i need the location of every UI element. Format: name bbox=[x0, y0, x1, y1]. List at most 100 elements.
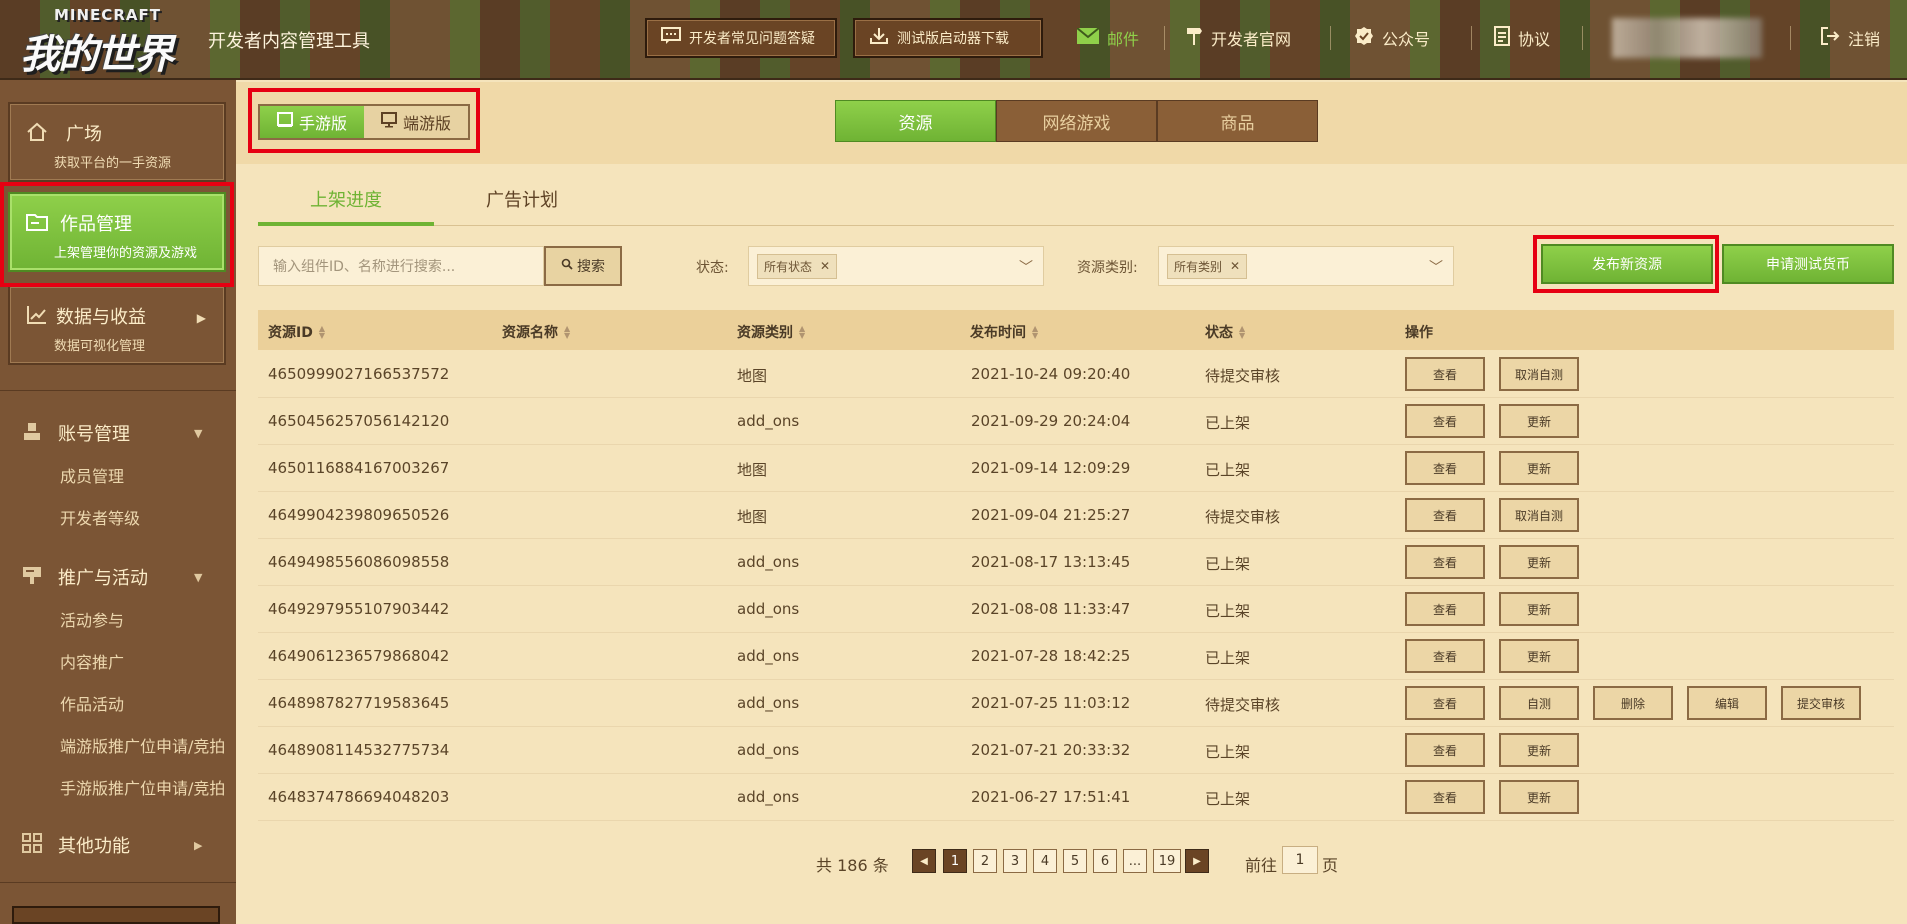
tab-listing-progress[interactable]: 上架进度 bbox=[310, 186, 382, 212]
delete-button[interactable]: 删除 bbox=[1593, 686, 1673, 720]
tab-online-games[interactable]: 网络游戏 bbox=[996, 100, 1157, 142]
view-button[interactable]: 查看 bbox=[1405, 357, 1485, 391]
search-input[interactable]: 输入组件ID、名称进行搜索... bbox=[258, 246, 544, 286]
view-button[interactable]: 查看 bbox=[1405, 451, 1485, 485]
main-tabs: 资源 网络游戏 商品 bbox=[835, 100, 1318, 142]
logout-link[interactable]: 注销 bbox=[1820, 26, 1880, 50]
table-row: 4649904239809650526 地图 2021-09-04 21:25:27… bbox=[258, 492, 1894, 539]
user-avatar[interactable] bbox=[1612, 18, 1762, 58]
update-button[interactable]: 更新 bbox=[1499, 404, 1579, 438]
submit-review-button[interactable]: 提交审核 bbox=[1781, 686, 1861, 720]
launcher-label: 测试版启动器下载 bbox=[897, 31, 1009, 47]
view-button[interactable]: 查看 bbox=[1405, 639, 1485, 673]
cancel-self-test-button[interactable]: 取消自测 bbox=[1499, 357, 1579, 391]
account-icon bbox=[22, 421, 42, 446]
chevron-down-icon: ▼ bbox=[194, 426, 203, 440]
developer-site-link[interactable]: 开发者官网 bbox=[1185, 26, 1291, 50]
sidebar-group-account[interactable]: 账号管理 ▼ bbox=[22, 420, 202, 446]
page-button[interactable]: 5 bbox=[1063, 849, 1087, 873]
column-header-name[interactable]: 资源名称 ▲ ▼ bbox=[502, 322, 570, 342]
sidebar-item-subtitle: 数据可视化管理 bbox=[54, 339, 146, 354]
sidebar-item-mobile-promo-bid[interactable]: 手游版推广位申请/竞拍 bbox=[60, 775, 225, 799]
wechat-link[interactable]: 公众号 bbox=[1354, 26, 1430, 50]
sidebar-group-label: 其他功能 bbox=[58, 836, 130, 857]
minecraft-logo[interactable]: MINECRAFT 我的世界 bbox=[20, 6, 192, 78]
search-button[interactable]: 搜索 bbox=[544, 246, 622, 286]
self-test-button[interactable]: 自测 bbox=[1499, 686, 1579, 720]
launcher-download-button[interactable]: 测试版启动器下载 bbox=[853, 18, 1043, 58]
status-filter-select[interactable]: 所有状态 ✕ ﹀ bbox=[748, 246, 1044, 286]
table-row: 4649297955107903442 add_ons 2021-08-08 11:… bbox=[258, 586, 1894, 633]
top-header: MINECRAFT 我的世界 开发者内容管理工具 开发者常见问题答疑 测试版启动… bbox=[0, 0, 1907, 80]
type-filter-select[interactable]: 所有类别 ✕ ﹀ bbox=[1158, 246, 1454, 286]
prev-page-button[interactable]: ◀ bbox=[912, 849, 936, 873]
sidebar-group-promotion[interactable]: 推广与活动 ▼ bbox=[22, 564, 202, 590]
view-button[interactable]: 查看 bbox=[1405, 545, 1485, 579]
agreement-link[interactable]: 协议 bbox=[1494, 26, 1550, 50]
page-button[interactable]: 4 bbox=[1033, 849, 1057, 873]
cell-type: 地图 bbox=[737, 461, 768, 479]
view-button[interactable]: 查看 bbox=[1405, 498, 1485, 532]
column-header-type[interactable]: 资源类别 ▲ ▼ bbox=[737, 322, 805, 342]
sidebar-item-data-revenue[interactable]: 数据与收益 数据可视化管理 ▶ bbox=[8, 285, 226, 365]
page-ellipsis[interactable]: ... bbox=[1123, 849, 1147, 873]
home-icon bbox=[26, 122, 48, 147]
view-button[interactable]: 查看 bbox=[1405, 404, 1485, 438]
tab-ad-plan[interactable]: 广告计划 bbox=[486, 186, 558, 212]
page-button[interactable]: 1 bbox=[943, 849, 967, 873]
column-header-status[interactable]: 状态 ▲ ▼ bbox=[1205, 322, 1245, 342]
sidebar-item-content-promotion[interactable]: 内容推广 bbox=[60, 649, 124, 673]
cell-type: add_ons bbox=[737, 741, 800, 759]
close-icon[interactable]: ✕ bbox=[820, 259, 830, 273]
update-button[interactable]: 更新 bbox=[1499, 639, 1579, 673]
cell-status: 已上架 bbox=[1205, 790, 1251, 808]
goto-page-input[interactable]: 1 bbox=[1282, 846, 1318, 874]
view-button[interactable]: 查看 bbox=[1405, 592, 1485, 626]
sidebar-item-pc-promo-bid[interactable]: 端游版推广位申请/竞拍 bbox=[60, 733, 225, 757]
update-button[interactable]: 更新 bbox=[1499, 545, 1579, 579]
view-button[interactable]: 查看 bbox=[1405, 686, 1485, 720]
column-header-id[interactable]: 资源ID ▲ ▼ bbox=[268, 322, 325, 342]
download-icon bbox=[869, 27, 889, 49]
view-button[interactable]: 查看 bbox=[1405, 780, 1485, 814]
header-divider bbox=[1330, 26, 1331, 50]
sidebar-item-activity-participation[interactable]: 活动参与 bbox=[60, 607, 124, 631]
mail-link[interactable]: 邮件 bbox=[1076, 26, 1140, 50]
header-divider bbox=[1471, 26, 1472, 50]
cancel-self-test-button[interactable]: 取消自测 bbox=[1499, 498, 1579, 532]
sidebar-group-other[interactable]: 其他功能 ▶ bbox=[22, 832, 202, 858]
sidebar-item-developer-level[interactable]: 开发者等级 bbox=[60, 505, 140, 529]
cell-type: add_ons bbox=[737, 788, 800, 806]
sidebar-item-works-activity[interactable]: 作品活动 bbox=[60, 691, 124, 715]
cell-status: 待提交审核 bbox=[1205, 508, 1281, 526]
close-icon[interactable]: ✕ bbox=[1230, 259, 1240, 273]
mail-label: 邮件 bbox=[1107, 30, 1140, 49]
sidebar-bottom-button[interactable] bbox=[12, 906, 220, 924]
page-button[interactable]: 3 bbox=[1003, 849, 1027, 873]
edit-button[interactable]: 编辑 bbox=[1687, 686, 1767, 720]
sort-icon: ▲ ▼ bbox=[1239, 324, 1246, 340]
page-button[interactable]: 6 bbox=[1093, 849, 1117, 873]
column-header-time[interactable]: 发布时间 ▲ ▼ bbox=[970, 322, 1038, 342]
page-button[interactable]: 19 bbox=[1153, 849, 1181, 873]
tab-resources[interactable]: 资源 bbox=[835, 100, 996, 142]
faq-button[interactable]: 开发者常见问题答疑 bbox=[645, 18, 837, 58]
table-row: 4649498556086098558 add_ons 2021-08-17 13:… bbox=[258, 539, 1894, 586]
table-row: 4650999027166537572 地图 2021-10-24 09:20:40… bbox=[258, 351, 1894, 398]
sidebar-item-subtitle: 获取平台的一手资源 bbox=[54, 156, 172, 171]
update-button[interactable]: 更新 bbox=[1499, 780, 1579, 814]
cell-id: 4649297955107903442 bbox=[268, 600, 450, 618]
update-button[interactable]: 更新 bbox=[1499, 592, 1579, 626]
next-page-button[interactable]: ▶ bbox=[1185, 849, 1209, 873]
sidebar-item-members[interactable]: 成员管理 bbox=[60, 463, 124, 487]
tab-products[interactable]: 商品 bbox=[1157, 100, 1318, 142]
cell-type: 地图 bbox=[737, 508, 768, 526]
page-button[interactable]: 2 bbox=[973, 849, 997, 873]
sidebar-item-plaza[interactable]: 广场 获取平台的一手资源 bbox=[8, 102, 226, 182]
cell-id: 4648374786694048203 bbox=[268, 788, 450, 806]
update-button[interactable]: 更新 bbox=[1499, 733, 1579, 767]
view-button[interactable]: 查看 bbox=[1405, 733, 1485, 767]
update-button[interactable]: 更新 bbox=[1499, 451, 1579, 485]
apply-test-currency-button[interactable]: 申请测试货币 bbox=[1722, 244, 1894, 284]
faq-label: 开发者常见问题答疑 bbox=[689, 31, 815, 47]
